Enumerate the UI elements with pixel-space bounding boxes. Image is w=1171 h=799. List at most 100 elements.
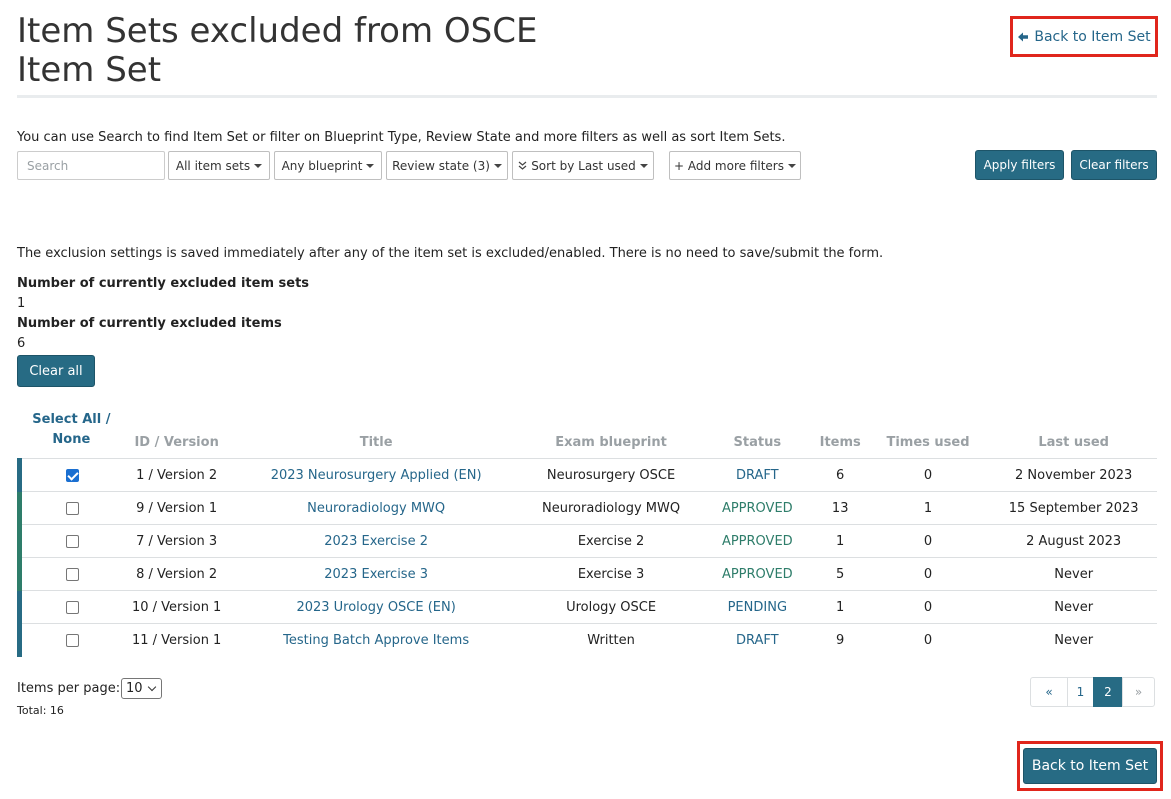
row-checkbox[interactable] <box>66 600 80 614</box>
row-last-used: Never <box>990 590 1157 624</box>
title-divider <box>17 95 1157 98</box>
row-title-text[interactable]: Testing Batch Approve Items <box>283 633 469 648</box>
blueprint-filter-dropdown[interactable]: Any blueprint <box>274 151 382 180</box>
row-title-text[interactable]: Neuroradiology MWQ <box>307 501 445 516</box>
row-checkbox[interactable] <box>66 501 80 515</box>
select-all-link[interactable]: Select All / <box>32 412 110 427</box>
row-items: 13 <box>814 491 866 525</box>
row-title-text[interactable]: 2023 Urology OSCE (EN) <box>296 600 455 615</box>
row-id-version: 9 / Version 1 <box>123 491 231 525</box>
excluded-items-value: 6 <box>17 336 26 351</box>
row-status: PENDING <box>699 590 815 624</box>
row-title: 2023 Urology OSCE (EN) <box>230 590 523 624</box>
add-more-filters-label: + Add more filters <box>674 158 784 173</box>
row-checkbox[interactable] <box>66 567 80 581</box>
pagination: « 1 2 » <box>1030 677 1155 707</box>
select-all-header[interactable]: Select All / None <box>20 410 124 459</box>
caret-down-icon <box>493 163 502 168</box>
row-last-used: Never <box>990 557 1157 591</box>
row-id-version-text: 11 / Version 1 <box>131 632 222 648</box>
row-times-used-text: 0 <box>923 599 933 615</box>
row-items: 1 <box>814 524 866 558</box>
top-back-highlight: Back to Item Set <box>1010 16 1158 57</box>
row-id-version: 7 / Version 3 <box>123 524 231 558</box>
row-status-text: APPROVED <box>721 533 793 549</box>
row-select-cell <box>17 623 124 657</box>
pagination-prev[interactable]: « <box>1030 677 1068 707</box>
row-title: Testing Batch Approve Items <box>230 623 523 657</box>
caret-down-icon <box>254 163 263 168</box>
column-header-status: Status <box>733 435 782 450</box>
pagination-page-2[interactable]: 2 <box>1093 677 1123 707</box>
item-sets-filter-dropdown[interactable]: All item sets <box>168 151 270 180</box>
arrow-left-icon <box>1018 32 1029 41</box>
bottom-back-highlight: Back to Item Set <box>1017 741 1163 791</box>
row-checkbox[interactable] <box>66 534 80 548</box>
row-checkbox[interactable] <box>66 468 80 482</box>
clear-all-label: Clear all <box>29 363 83 379</box>
row-title: 2023 Neurosurgery Applied (EN) <box>230 458 523 492</box>
row-times-used-text: 0 <box>923 566 933 582</box>
excluded-items-label: Number of currently excluded items <box>17 316 282 331</box>
row-times-used: 0 <box>865 458 991 492</box>
row-times-used-text: 0 <box>923 632 933 648</box>
item-sets-table: Select All / None ID / Version Title Exa… <box>17 410 1157 657</box>
add-more-filters-button[interactable]: + Add more filters <box>669 151 801 180</box>
row-id-version: 8 / Version 2 <box>123 557 231 591</box>
row-items: 9 <box>814 623 866 657</box>
row-items-text: 5 <box>836 566 845 582</box>
row-title: Neuroradiology MWQ <box>230 491 523 525</box>
clear-all-button[interactable]: Clear all <box>17 355 95 387</box>
total-count: Total: 16 <box>17 704 64 717</box>
row-id-version: 1 / Version 2 <box>123 458 231 492</box>
row-last-used: 15 September 2023 <box>990 491 1157 525</box>
row-exam-blueprint-text: Urology OSCE <box>566 599 657 615</box>
items-per-page-label: Items per page: <box>17 681 121 696</box>
pagination-page-1[interactable]: 1 <box>1067 677 1094 707</box>
items-per-page-value: 10 <box>126 681 143 696</box>
row-status-text: APPROVED <box>721 566 793 582</box>
sort-dropdown[interactable]: Sort by Last used <box>512 151 654 180</box>
table-header-row: Select All / None ID / Version Title Exa… <box>20 410 1158 459</box>
review-state-filter-dropdown[interactable]: Review state (3) <box>386 151 508 180</box>
page-title-line-1: Item Sets excluded from OSCE <box>17 11 538 51</box>
caret-down-icon <box>787 163 796 168</box>
clear-filters-button[interactable]: Clear filters <box>1071 150 1157 180</box>
row-checkbox[interactable] <box>66 633 80 647</box>
row-last-used: 2 August 2023 <box>990 524 1157 558</box>
row-id-version: 11 / Version 1 <box>123 623 231 657</box>
exclusion-note: The exclusion settings is saved immediat… <box>17 246 884 261</box>
row-times-used: 0 <box>865 557 991 591</box>
search-input[interactable] <box>17 151 165 180</box>
select-none-link[interactable]: None <box>52 432 90 447</box>
caret-down-icon <box>366 163 375 168</box>
row-id-version-text: 8 / Version 2 <box>136 566 218 582</box>
row-select-cell <box>17 458 124 492</box>
double-chevron-down-icon <box>518 161 527 170</box>
items-per-page-select[interactable]: 10 <box>121 678 162 699</box>
column-header-title: Title <box>359 435 393 450</box>
page-title: Item Sets excluded from OSCE Item Set <box>17 12 717 90</box>
row-status-text: DRAFT <box>736 632 779 648</box>
blueprint-filter-label: Any blueprint <box>281 158 363 173</box>
row-title-text[interactable]: 2023 Exercise 2 <box>324 534 428 549</box>
row-times-used-text: 1 <box>923 500 933 516</box>
pagination-next[interactable]: » <box>1122 677 1155 707</box>
back-to-item-set-link[interactable]: Back to Item Set <box>1017 29 1151 45</box>
row-items: 6 <box>814 458 866 492</box>
row-times-used: 1 <box>865 491 991 525</box>
apply-filters-button[interactable]: Apply filters <box>975 150 1064 180</box>
row-exam-blueprint: Neurosurgery OSCE <box>522 458 700 492</box>
row-times-used: 0 <box>865 524 991 558</box>
row-exam-blueprint: Exercise 2 <box>522 524 700 558</box>
row-title: 2023 Exercise 3 <box>230 557 523 591</box>
row-times-used: 0 <box>865 590 991 624</box>
row-title-text[interactable]: 2023 Neurosurgery Applied (EN) <box>271 468 482 483</box>
row-status-text: APPROVED <box>721 500 793 516</box>
row-title-text[interactable]: 2023 Exercise 3 <box>324 567 428 582</box>
table-row: 8 / Version 2 2023 Exercise 3 Exercise 3 AP… <box>17 557 1157 591</box>
row-select-cell <box>17 590 124 624</box>
row-exam-blueprint: Urology OSCE <box>522 590 700 624</box>
row-times-used: 0 <box>865 623 991 657</box>
back-to-item-set-button[interactable]: Back to Item Set <box>1023 748 1157 784</box>
